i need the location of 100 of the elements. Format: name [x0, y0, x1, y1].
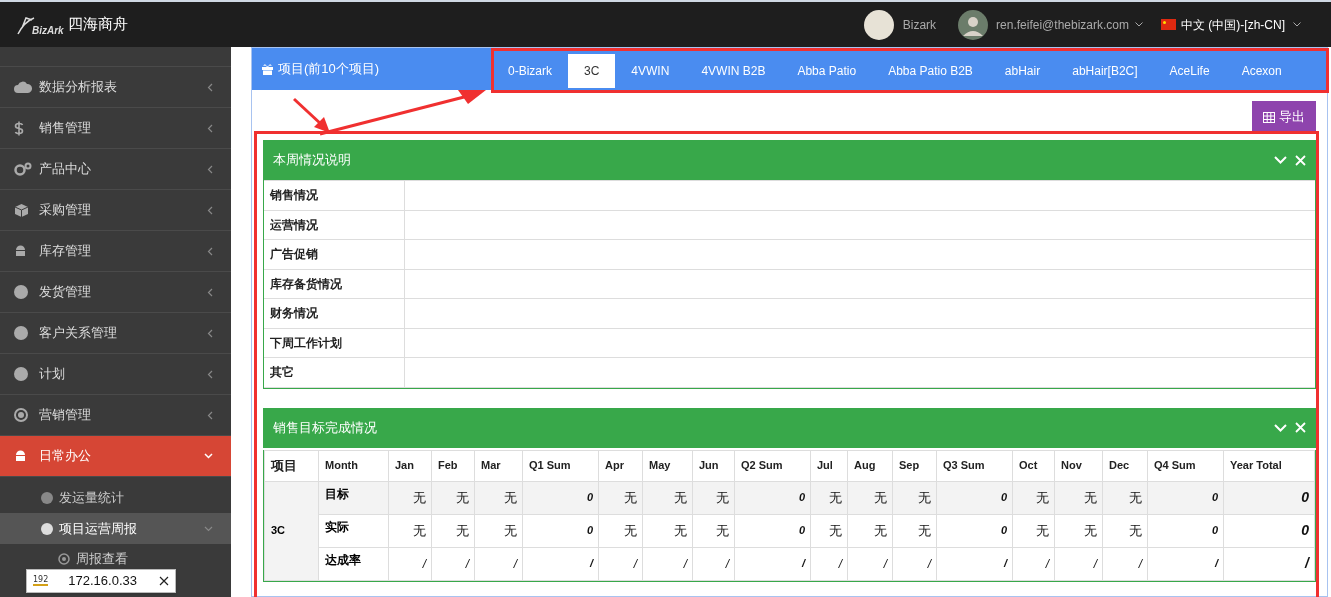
table-cell: 0	[936, 514, 1013, 547]
table-cell: /	[1147, 547, 1224, 580]
table-cell: /	[1223, 547, 1315, 580]
sidebar-item[interactable]: 计划	[0, 354, 231, 395]
avatar-icon[interactable]	[958, 9, 989, 40]
table-cell: 无	[431, 514, 475, 547]
sidebar-item[interactable]: 库存管理	[0, 231, 231, 272]
cube-icon	[14, 202, 29, 218]
radio-icon	[58, 552, 70, 565]
row-label: 财务情况	[264, 298, 404, 328]
project-tab[interactable]: 3C	[568, 54, 616, 88]
table-cell: /	[522, 547, 599, 580]
table-cell: 无	[1012, 514, 1055, 547]
table-cell: /	[936, 547, 1013, 580]
sidebar-item[interactable]: 销售管理	[0, 108, 231, 149]
submenu-item[interactable]: 发运量统计	[0, 482, 231, 513]
sidebar-item[interactable]: 数据分析报表	[0, 67, 231, 108]
table-cell: 无	[692, 481, 735, 514]
table-icon	[1263, 111, 1275, 123]
close-icon[interactable]	[159, 576, 169, 586]
table-cell: 无	[474, 514, 523, 547]
store-name[interactable]: Bizark	[902, 15, 937, 34]
row-label: 实际	[318, 514, 389, 547]
export-button[interactable]: 导出	[1252, 101, 1316, 133]
column-header: Month	[318, 450, 389, 481]
table-cell: /	[692, 547, 735, 580]
chevron-left-icon	[207, 123, 213, 133]
table-cell: /	[847, 547, 893, 580]
table-cell: /	[892, 547, 937, 580]
table-cell: 无	[598, 514, 643, 547]
row-label: 达成率	[318, 547, 389, 580]
table-cell: 0	[1147, 514, 1224, 547]
chevron-down-icon[interactable]	[1135, 22, 1143, 27]
chevron-left-icon	[207, 287, 213, 297]
table-cell: 无	[642, 481, 693, 514]
panel-title: 销售目标完成情况	[273, 418, 377, 437]
table-cell: /	[810, 547, 848, 580]
table-cell: /	[734, 547, 811, 580]
cloud-icon	[14, 81, 32, 93]
column-header: Jul	[810, 450, 848, 481]
chevron-left-icon	[207, 246, 213, 256]
table-cell: /	[1054, 547, 1103, 580]
target-icon	[14, 408, 28, 422]
table-cell: 无	[1054, 481, 1103, 514]
chevron-left-icon	[207, 205, 213, 215]
chevron-left-icon	[207, 328, 213, 338]
column-header: Mar	[474, 450, 523, 481]
collapse-icon[interactable]	[1274, 156, 1287, 164]
table-cell: 0	[522, 514, 599, 547]
chevron-down-icon[interactable]	[1293, 22, 1301, 27]
sidebar-item[interactable]: 采购管理	[0, 190, 231, 231]
table-cell: 0	[936, 481, 1013, 514]
table-cell: /	[431, 547, 475, 580]
chevron-down-icon	[204, 453, 213, 459]
row-label: 库存备货情况	[264, 269, 404, 299]
column-header: Jun	[692, 450, 735, 481]
table-cell: 无	[1054, 514, 1103, 547]
column-header: Sep	[892, 450, 937, 481]
column-header: Dec	[1102, 450, 1148, 481]
table-cell: 0	[522, 481, 599, 514]
map-pin-avatar[interactable]	[863, 9, 894, 40]
row-label: 下周工作计划	[264, 328, 404, 358]
table-cell: 无	[642, 514, 693, 547]
column-header: Feb	[431, 450, 475, 481]
flag-icon	[1161, 19, 1176, 30]
sidebar-item[interactable]: 发货管理	[0, 272, 231, 313]
table-cell: 无	[892, 514, 937, 547]
table-cell: 无	[847, 481, 893, 514]
circle-icon	[14, 285, 28, 299]
table-cell: /	[598, 547, 643, 580]
user-email[interactable]: ren.feifei@thebizark.com	[996, 15, 1129, 34]
column-header: Q3 Sum	[936, 450, 1013, 481]
dot-icon	[41, 522, 53, 535]
dot-icon	[41, 491, 53, 504]
row-label: 目标	[318, 481, 389, 514]
language-selector[interactable]: 中文 (中国)-[zh-CN]	[1181, 15, 1285, 34]
table-cell: 无	[388, 481, 432, 514]
sidebar-item[interactable]: 产品中心	[0, 149, 231, 190]
collapse-icon[interactable]	[1274, 423, 1287, 432]
table-cell: 0	[1223, 514, 1315, 547]
table-cell: 无	[474, 481, 523, 514]
chevron-left-icon	[207, 82, 213, 92]
table-cell: /	[388, 547, 432, 580]
table-cell: 无	[810, 514, 848, 547]
panel-title: 项目(前10个项目)	[278, 60, 380, 79]
panel-title: 本周情况说明	[273, 151, 351, 170]
dollar-icon	[14, 120, 24, 136]
column-header: May	[642, 450, 693, 481]
column-header: 项目	[264, 450, 319, 481]
chevron-left-icon	[207, 410, 213, 420]
submenu-item[interactable]: 周报查看	[0, 544, 231, 573]
row-label: 其它	[264, 357, 404, 387]
gears-icon	[14, 162, 32, 176]
table-cell: /	[474, 547, 523, 580]
column-header: Year Total	[1223, 450, 1315, 481]
table-cell: 无	[692, 514, 735, 547]
submenu-item[interactable]: 项目运营周报	[0, 513, 231, 544]
table-cell: /	[642, 547, 693, 580]
sidebar-item[interactable]: 日常办公	[0, 436, 231, 477]
sidebar-item[interactable]: 客户关系管理	[0, 313, 231, 354]
